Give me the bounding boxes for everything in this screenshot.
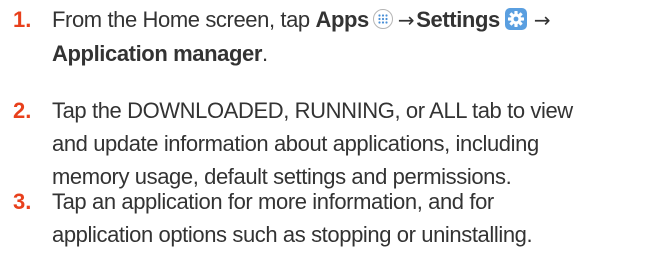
step-text: Tap the DOWNLOADED, RUNNING, or ALL tab … xyxy=(52,94,666,193)
arrow-separator: → xyxy=(397,8,415,32)
step-number: 2. xyxy=(13,98,32,123)
step-number: 1. xyxy=(13,7,32,32)
step-number: 3. xyxy=(13,189,32,214)
step-period: . xyxy=(262,41,268,66)
settings-gear-icon xyxy=(504,7,528,31)
step-text: From the Home screen, tap Apps →Settings →… xyxy=(52,3,666,70)
apps-grid-icon xyxy=(372,9,393,30)
step-line: Tap an application for more information,… xyxy=(52,189,494,214)
step-text-prefix: From the Home screen, tap xyxy=(52,7,316,32)
step-line: application options such as stopping or … xyxy=(52,222,533,247)
step-line: Tap the DOWNLOADED, RUNNING, or ALL tab … xyxy=(52,98,573,123)
step-line: From the Home screen, tap Apps →Settings → xyxy=(52,3,666,37)
application-manager-label: Application manager xyxy=(52,41,262,66)
step-line: and update information about application… xyxy=(52,131,539,156)
settings-label: Settings xyxy=(416,7,500,32)
step-line: Application manager. xyxy=(52,37,666,70)
step-text: Tap an application for more information,… xyxy=(52,185,666,251)
apps-label: Apps xyxy=(315,7,369,32)
arrow-separator: → xyxy=(533,8,551,32)
